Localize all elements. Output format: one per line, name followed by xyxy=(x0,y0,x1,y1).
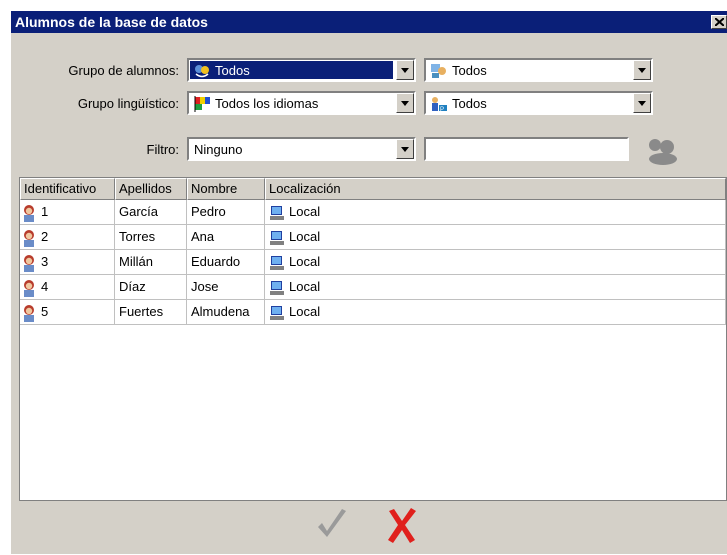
computer-icon xyxy=(270,230,284,245)
chevron-down-icon[interactable] xyxy=(633,60,651,80)
column-header-identificativo[interactable]: Identificativo xyxy=(20,178,115,200)
dialog-actions xyxy=(11,505,727,555)
computer-icon xyxy=(270,205,284,220)
chevron-down-icon[interactable] xyxy=(396,60,414,80)
table-cell-text: 2 xyxy=(41,229,49,244)
table-cell-apellidos: Díaz xyxy=(115,275,187,299)
grupo-alumnos-label: Grupo de alumnos: xyxy=(68,63,179,78)
filtro-select[interactable]: Ninguno xyxy=(187,137,416,161)
table-cell-loc: Local xyxy=(265,250,726,274)
table-cell-text: Local xyxy=(289,304,321,319)
close-button[interactable] xyxy=(711,15,727,29)
table-cell-text: Torres xyxy=(119,229,156,244)
flags-icon xyxy=(194,96,210,112)
table-cell-apellidos: García xyxy=(115,200,187,224)
table-cell-text: Eduardo xyxy=(191,254,241,269)
table-cell-text: Ana xyxy=(191,229,215,244)
student-icon xyxy=(24,229,34,247)
chevron-down-icon[interactable] xyxy=(396,93,414,113)
svg-text:P: P xyxy=(440,107,444,113)
chevron-down-icon[interactable] xyxy=(633,93,651,113)
students-group-icon xyxy=(195,65,209,78)
column-header-localizacion[interactable]: Localización xyxy=(265,178,726,200)
table-cell-text: Millán xyxy=(119,254,153,269)
table-cell-text: Jose xyxy=(191,279,219,294)
grupo-alumnos-select[interactable]: Todos xyxy=(187,58,416,82)
table-cell-text: Pedro xyxy=(191,204,226,219)
table-cell-text: Local xyxy=(289,254,321,269)
table-cell-text: Almudena xyxy=(191,304,250,319)
table-row[interactable]: 3 Millán Eduardo Local xyxy=(20,250,726,275)
table-row[interactable]: 5 Fuertes Almudena Local xyxy=(20,300,726,325)
table-cell-id: 1 xyxy=(20,200,115,224)
table-cell-apellidos: Fuertes xyxy=(115,300,187,324)
table-cell-text: 5 xyxy=(41,304,49,319)
table-cell-text: Fuertes xyxy=(119,304,164,319)
students-table: Identificativo Apellidos Nombre Localiza… xyxy=(19,177,727,501)
student-icon xyxy=(24,279,34,297)
table-cell-nombre: Ana xyxy=(187,225,265,249)
grupo-linguistico-select[interactable]: Todos los idiomas xyxy=(187,91,416,115)
table-cell-text: 3 xyxy=(41,254,49,269)
table-cell-id: 2 xyxy=(20,225,115,249)
table-cell-nombre: Pedro xyxy=(187,200,265,224)
table-cell-text: Local xyxy=(289,229,321,244)
table-row[interactable]: 1 García Pedro Local xyxy=(20,200,726,225)
table-cell-loc: Local xyxy=(265,300,726,324)
table-cell-nombre: Almudena xyxy=(187,300,265,324)
title-bar: Alumnos de la base de datos xyxy=(11,11,727,33)
check-icon xyxy=(318,509,346,537)
table-cell-id: 4 xyxy=(20,275,115,299)
table-cell-id: 5 xyxy=(20,300,115,324)
cross-icon xyxy=(388,508,416,543)
language-people-icon: P xyxy=(432,97,447,113)
grupo-linguistico-label: Grupo lingüístico: xyxy=(77,96,179,111)
close-icon xyxy=(715,18,724,26)
student-icon xyxy=(24,254,34,272)
table-row[interactable]: 2 Torres Ana Local xyxy=(20,225,726,250)
table-cell-nombre: Eduardo xyxy=(187,250,265,274)
computer-icon xyxy=(270,255,284,270)
table-cell-text: 1 xyxy=(41,204,49,219)
table-cell-text: 4 xyxy=(41,279,49,294)
search-people-icon[interactable] xyxy=(643,135,683,165)
table-row[interactable]: 4 Díaz Jose Local xyxy=(20,275,726,300)
column-header-nombre[interactable]: Nombre xyxy=(187,178,265,200)
table-cell-apellidos: Torres xyxy=(115,225,187,249)
column-header-apellidos[interactable]: Apellidos xyxy=(115,178,187,200)
student-icon xyxy=(24,204,34,222)
table-cell-nombre: Jose xyxy=(187,275,265,299)
table-cell-loc: Local xyxy=(265,225,726,249)
filtro-label: Filtro: xyxy=(146,142,180,157)
table-header: Identificativo Apellidos Nombre Localiza… xyxy=(20,178,726,200)
table-cell-text: García xyxy=(119,204,159,219)
accept-button[interactable] xyxy=(314,505,350,545)
table-cell-apellidos: Millán xyxy=(115,250,187,274)
table-cell-loc: Local xyxy=(265,275,726,299)
table-cell-text: Local xyxy=(289,204,321,219)
student-icon xyxy=(24,304,34,322)
grupo-alumnos-sub-select[interactable]: Todos xyxy=(424,58,653,82)
filtro-text-input[interactable] xyxy=(424,137,629,161)
computer-icon xyxy=(270,280,284,295)
group-icon xyxy=(431,64,446,78)
table-cell-text: Local xyxy=(289,279,321,294)
grupo-linguistico-sub-select[interactable]: P Todos xyxy=(424,91,653,115)
table-cell-text: Díaz xyxy=(119,279,146,294)
computer-icon xyxy=(270,305,284,320)
cancel-button[interactable] xyxy=(384,505,420,545)
table-cell-id: 3 xyxy=(20,250,115,274)
dialog-window: Alumnos de la base de datos Grupo de alu… xyxy=(10,10,727,554)
window-title: Alumnos de la base de datos xyxy=(15,14,208,30)
table-cell-loc: Local xyxy=(265,200,726,224)
chevron-down-icon[interactable] xyxy=(396,139,414,159)
